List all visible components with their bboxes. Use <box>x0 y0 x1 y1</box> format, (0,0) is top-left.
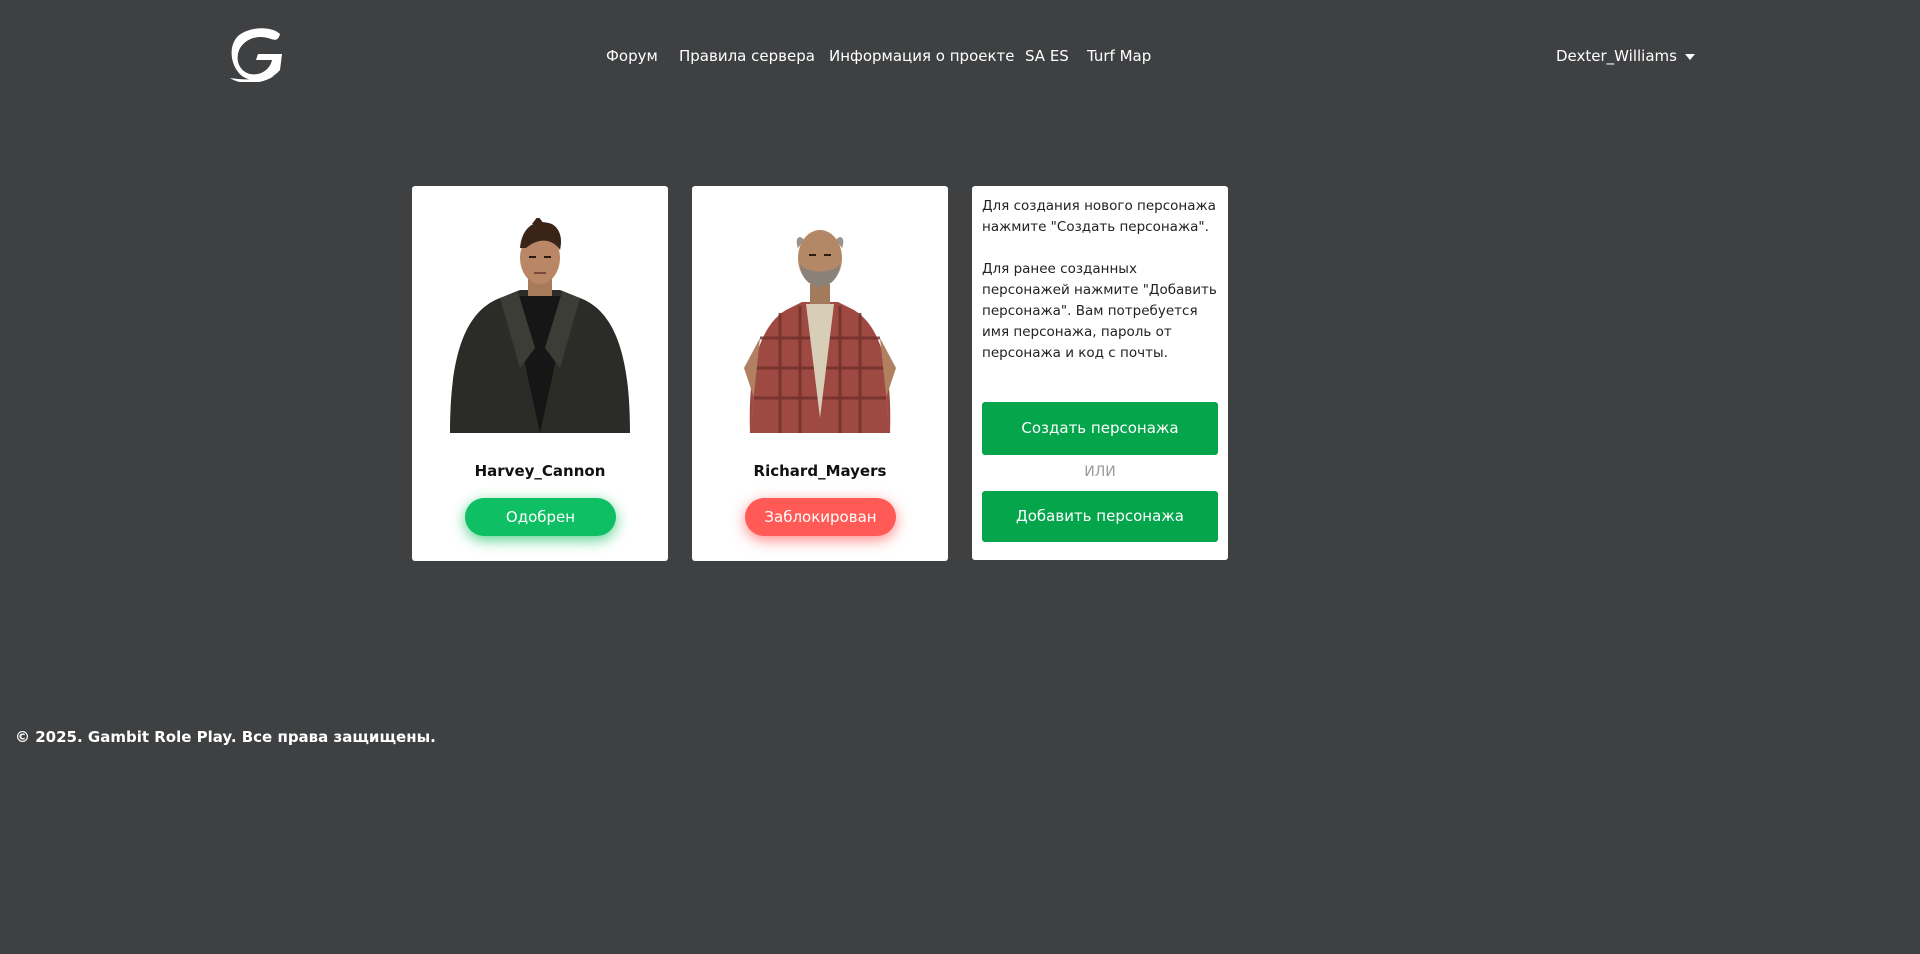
footer-copyright: © 2025. Gambit Role Play. Все права защи… <box>15 728 436 746</box>
nav-forum[interactable]: Форум <box>606 47 658 65</box>
status-badge-approved[interactable]: Одобрен <box>465 498 616 536</box>
character-name: Harvey_Cannon <box>474 462 606 480</box>
page: Форум Правила сервера Информация о проек… <box>0 0 1920 954</box>
character-card[interactable]: Harvey_Cannon Одобрен <box>412 186 668 561</box>
nav-project-info[interactable]: Информация о проекте <box>829 47 1015 65</box>
character-name: Richard_Mayers <box>753 462 887 480</box>
caret-down-icon <box>1684 53 1695 60</box>
add-character-button[interactable]: Добавить персонажа <box>982 491 1218 542</box>
user-menu[interactable]: Dexter_Williams <box>1556 47 1695 65</box>
nav-turf-map[interactable]: Turf Map <box>1087 47 1151 65</box>
nav-sa-es[interactable]: SA ES <box>1025 47 1069 65</box>
character-actions-card: Для создания нового персонажа нажмите "С… <box>972 186 1228 560</box>
character-card[interactable]: Richard_Mayers Заблокирован <box>692 186 948 561</box>
create-character-button[interactable]: Создать персонажа <box>982 402 1218 455</box>
character-avatar <box>720 218 920 433</box>
character-avatar <box>440 216 640 433</box>
instructions-text: Для создания нового персонажа нажмите "С… <box>982 198 1217 361</box>
username: Dexter_Williams <box>1556 47 1677 65</box>
status-badge-blocked[interactable]: Заблокирован <box>745 498 896 536</box>
or-label: ИЛИ <box>1084 464 1116 480</box>
nav-server-rules[interactable]: Правила сервера <box>679 47 815 65</box>
